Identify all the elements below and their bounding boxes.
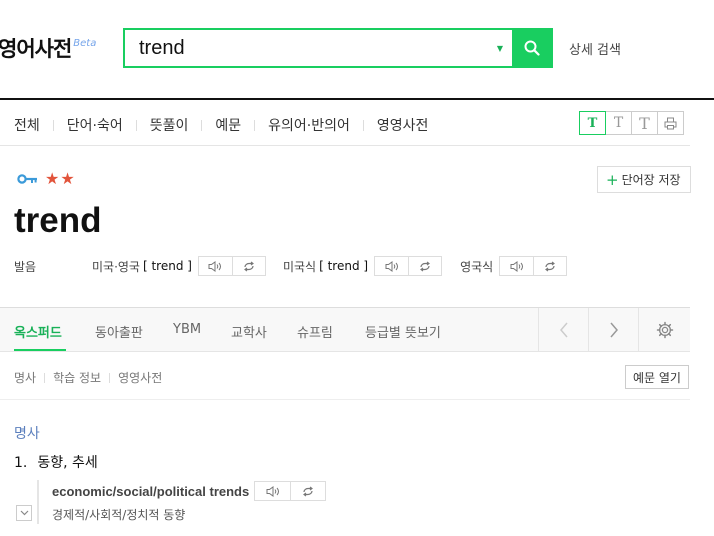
search-input[interactable]: [125, 30, 488, 66]
meaning-text: 동향, 추세: [37, 455, 98, 471]
example-audio-controls: [254, 481, 327, 501]
font-size-tools: T T T: [579, 111, 684, 135]
pronunciation-us: 미국식 [ trend ]: [282, 256, 443, 276]
save-to-wordbook-label: 단어장 저장: [621, 173, 681, 187]
repeat-audio-button[interactable]: [533, 257, 566, 275]
tab-kyohak[interactable]: 교학사: [231, 322, 267, 341]
expand-example-button[interactable]: [16, 505, 32, 521]
nav-divider: [0, 145, 690, 146]
play-audio-button[interactable]: [199, 257, 232, 275]
detail-search-link[interactable]: 상세 검색: [569, 39, 621, 58]
nav-separator: [254, 119, 256, 131]
pronunciation-us-uk: 미국·영국 [ trend ]: [92, 256, 266, 276]
play-audio-button[interactable]: [500, 257, 533, 275]
pronunciation-region: 미국·영국: [92, 259, 140, 274]
section-tab-english-english[interactable]: 영영사전: [118, 369, 162, 386]
pronunciation-row: 발음 미국·영국 [ trend ] 미국식 [ trend ] 영국식: [14, 256, 568, 276]
nav-item-words-idioms[interactable]: 단어·숙어: [67, 115, 123, 135]
print-button[interactable]: [657, 111, 684, 135]
search-button[interactable]: [512, 30, 551, 66]
save-to-wordbook-button[interactable]: + 단어장 저장: [597, 166, 691, 193]
section-separator: [109, 372, 111, 383]
repeat-icon: [545, 261, 556, 271]
nav-item-all[interactable]: 전체: [14, 115, 40, 135]
example-indent-bar: [37, 480, 39, 524]
part-of-speech: 명사: [14, 426, 40, 442]
repeat-icon: [303, 486, 314, 496]
word-level-row: ★★: [17, 169, 76, 188]
chevron-down-icon: [20, 510, 28, 516]
nav-separator: [135, 119, 137, 131]
font-size-medium-button[interactable]: T: [605, 111, 632, 135]
beta-label: Beta: [73, 38, 97, 49]
nav-separator: [52, 119, 54, 131]
logo-text: 영어사전: [0, 37, 72, 61]
importance-stars: ★★: [45, 169, 76, 188]
autocomplete-toggle-icon[interactable]: ▼: [488, 30, 512, 66]
speaker-icon: [385, 260, 398, 272]
pronunciation-label: 발음: [14, 259, 37, 274]
audio-controls: [374, 256, 443, 276]
font-size-small-button[interactable]: T: [579, 111, 606, 135]
key-icon: [17, 173, 37, 184]
nav-item-definitions[interactable]: 뜻풀이: [150, 115, 189, 135]
plus-icon: +: [606, 170, 619, 189]
section-tab-learning-info[interactable]: 학습 정보: [53, 369, 101, 386]
meaning-item: 1. 동향, 추세: [14, 452, 98, 472]
pronunciation-uk: 영국식: [460, 256, 568, 276]
nav-separator: [362, 119, 364, 131]
speaker-icon: [208, 260, 222, 272]
speaker-icon: [266, 485, 279, 497]
repeat-icon: [244, 261, 254, 271]
tab-donga[interactable]: 동아출판: [95, 322, 143, 341]
audio-controls: [499, 256, 568, 276]
repeat-example-audio-button[interactable]: [290, 482, 325, 500]
play-example-audio-button[interactable]: [255, 482, 290, 500]
printer-icon: [664, 117, 677, 129]
play-audio-button[interactable]: [375, 257, 408, 275]
repeat-audio-button[interactable]: [231, 257, 265, 275]
audio-controls: [197, 256, 266, 276]
header-divider: [0, 98, 714, 100]
nav-item-examples[interactable]: 예문: [215, 115, 241, 135]
dictionary-tabs: 옥스퍼드 동아출판 YBM 교학사 슈프림 등급별 뜻보기: [0, 308, 690, 352]
example-korean: 경제적/사회적/정치적 동향: [52, 508, 186, 522]
example-english: economic/social/political trends: [52, 483, 250, 499]
pronunciation-region: 미국식: [282, 259, 317, 274]
font-size-large-button[interactable]: T: [631, 111, 658, 135]
nav-separator: [201, 119, 203, 131]
speaker-icon: [510, 260, 523, 272]
search-icon: [524, 40, 540, 56]
gear-icon: [656, 321, 673, 339]
phonetic-symbol: [ trend ]: [142, 259, 192, 273]
tab-graded-meanings[interactable]: 등급별 뜻보기: [365, 322, 441, 341]
nav-item-synonyms-antonyms[interactable]: 유의어·반의어: [268, 115, 350, 135]
tabs-next-button[interactable]: [588, 308, 638, 352]
chevron-left-icon: [559, 322, 568, 338]
section-tab-noun[interactable]: 명사: [14, 369, 36, 386]
tabs-prev-button[interactable]: [538, 308, 588, 352]
example-english-row: economic/social/political trends: [52, 481, 327, 501]
repeat-icon: [420, 261, 430, 271]
repeat-audio-button[interactable]: [408, 257, 441, 275]
tab-settings-button[interactable]: [638, 308, 690, 352]
tab-supreme[interactable]: 슈프림: [297, 322, 333, 341]
pronunciation-region: 영국식: [460, 259, 494, 274]
search-box: ▼: [123, 28, 553, 68]
active-tab-indicator: [14, 349, 66, 351]
section-divider: [0, 399, 690, 400]
section-separator: [44, 372, 46, 383]
headword: trend: [14, 201, 102, 240]
nav-item-english-english[interactable]: 영영사전: [377, 115, 429, 135]
open-examples-button[interactable]: 예문 열기: [625, 365, 689, 389]
section-tabs: 명사 학습 정보 영영사전: [14, 369, 162, 386]
meaning-number: 1.: [14, 455, 28, 471]
site-logo[interactable]: 영어사전 Beta: [0, 33, 96, 63]
category-nav: 전체 단어·숙어 뜻풀이 예문 유의어·반의어 영영사전: [14, 115, 428, 135]
phonetic-symbol: [ trend ]: [319, 259, 369, 273]
chevron-right-icon: [609, 322, 618, 338]
tab-oxford[interactable]: 옥스퍼드: [14, 322, 62, 341]
tab-ybm[interactable]: YBM: [173, 322, 201, 337]
